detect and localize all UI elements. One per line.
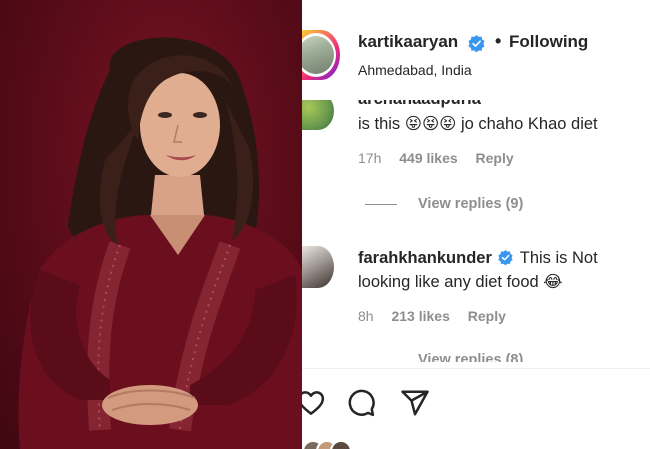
comment-avatar[interactable] xyxy=(302,246,334,288)
view-replies-button[interactable]: View replies (9) xyxy=(418,196,523,212)
comment-time[interactable]: 8h xyxy=(358,308,374,324)
liked-by-avatars[interactable] xyxy=(302,440,362,449)
comment-meta: 17h 449 likes Reply xyxy=(358,150,528,166)
post-location[interactable]: Ahmedabad, India xyxy=(358,62,472,78)
heart-icon[interactable] xyxy=(302,388,326,418)
portrait-illustration xyxy=(18,37,302,449)
post-photo xyxy=(0,0,302,449)
comment-time[interactable]: 17h xyxy=(358,150,381,166)
reply-button[interactable]: Reply xyxy=(468,308,506,324)
author-username[interactable]: kartikaaryan xyxy=(358,32,458,52)
view-replies-line xyxy=(365,204,397,205)
instagram-post-panel: kartikaaryan • Following Ahmedabad, Indi… xyxy=(302,0,650,449)
comment-meta: 8h 213 likes Reply xyxy=(358,308,520,324)
post-header: kartikaaryan • Following Ahmedabad, Indi… xyxy=(302,0,650,100)
reply-button[interactable]: Reply xyxy=(476,150,514,166)
verified-badge-icon xyxy=(498,250,514,266)
comment-text: is this 😝😝😝 jo chaho Khao diet xyxy=(358,115,598,133)
scroll-mask xyxy=(302,362,650,372)
comment-icon[interactable] xyxy=(346,388,376,418)
comment-likes[interactable]: 449 likes xyxy=(399,150,457,166)
divider xyxy=(302,368,650,369)
comment-likes[interactable]: 213 likes xyxy=(391,308,449,324)
comment-text: farahkhankunder This is Not looking like… xyxy=(358,246,648,294)
header-separator: • xyxy=(495,31,502,51)
verified-badge-icon xyxy=(468,35,485,52)
share-icon[interactable] xyxy=(400,388,430,418)
author-avatar[interactable] xyxy=(302,30,340,80)
comment-username[interactable]: farahkhankunder xyxy=(358,249,492,267)
following-button[interactable]: Following xyxy=(509,32,588,52)
view-replies-button[interactable]: View replies (8) xyxy=(418,351,523,362)
